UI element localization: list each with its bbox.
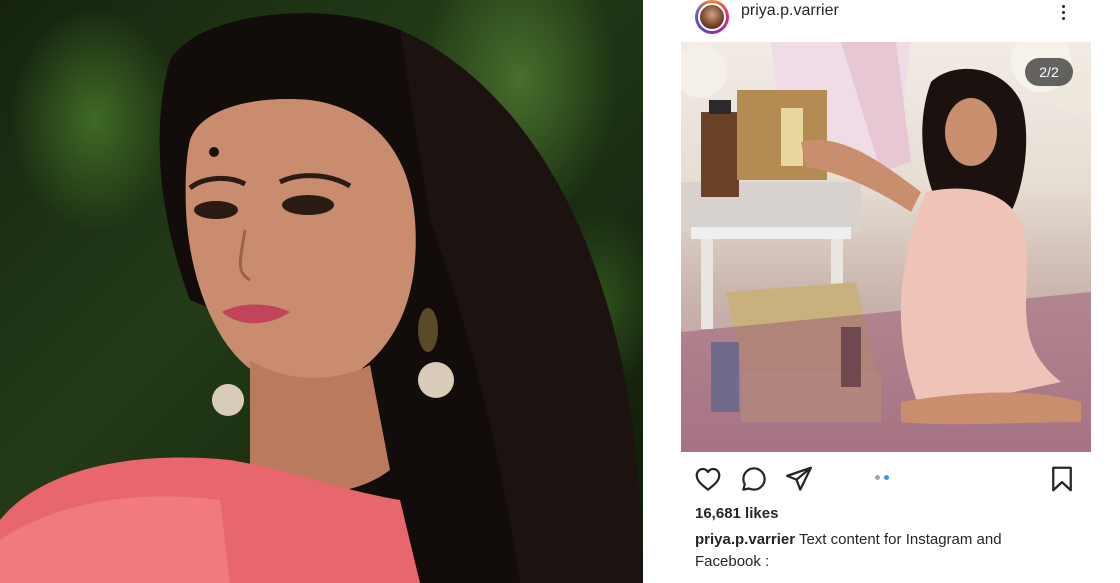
instagram-post: priya.p.varrier 2/2 16,681 likes priya.p… <box>681 0 1091 583</box>
carousel-dot-active <box>884 475 889 480</box>
post-actions <box>681 462 1091 498</box>
carousel-counter: 2/2 <box>1025 58 1073 86</box>
post-photo-illustration <box>681 42 1091 452</box>
save-button[interactable] <box>1047 464 1077 494</box>
post-username[interactable]: priya.p.varrier <box>741 2 839 20</box>
share-button[interactable] <box>784 464 814 494</box>
more-vertical-icon-dot <box>1061 16 1065 20</box>
post-caption: priya.p.varrier Text content for Instagr… <box>695 529 1055 573</box>
bookmark-icon <box>1052 466 1072 492</box>
like-button[interactable] <box>693 464 723 494</box>
caption-username[interactable]: priya.p.varrier <box>695 531 795 548</box>
post-header: priya.p.varrier <box>681 0 1091 40</box>
carousel-dot <box>875 475 880 480</box>
more-vertical-icon <box>1061 4 1065 8</box>
portrait-illustration <box>0 13 643 583</box>
more-options-button[interactable] <box>1055 0 1071 24</box>
avatar[interactable] <box>695 0 729 34</box>
more-vertical-icon-dot <box>1061 10 1065 14</box>
carousel-dots <box>875 475 889 480</box>
post-image[interactable]: 2/2 <box>681 42 1091 452</box>
heart-icon <box>695 467 721 491</box>
panel-gutter <box>643 0 681 583</box>
send-icon <box>786 466 812 491</box>
like-count[interactable]: 16,681 likes <box>695 505 778 522</box>
comment-button[interactable] <box>739 464 769 494</box>
comment-icon <box>742 467 766 491</box>
right-margin <box>1091 0 1120 583</box>
portrait-photo <box>0 0 643 583</box>
avatar-photo <box>698 3 726 31</box>
